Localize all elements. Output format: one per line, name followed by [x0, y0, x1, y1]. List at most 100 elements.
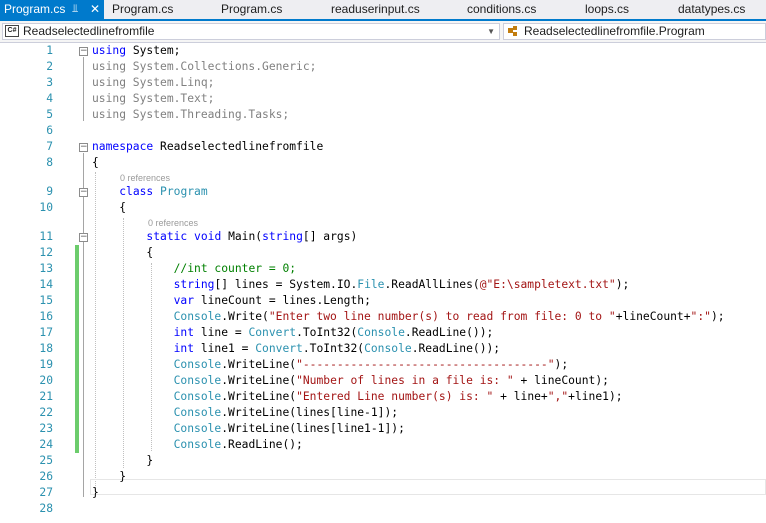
line-number: 18 — [39, 342, 53, 355]
code-line[interactable]: 4 using System.Text; — [0, 91, 766, 107]
code-token: //int counter = 0; — [173, 262, 297, 275]
change-marker — [75, 421, 79, 437]
code-text: Console.WriteLine(lines[line1-1]); — [92, 421, 405, 437]
tab-label: Program.cs — [4, 2, 66, 16]
type-selector[interactable]: Readselectedlinefromfile.Program — [503, 23, 766, 40]
pin-icon[interactable]: ⫫ — [72, 0, 78, 19]
code-line[interactable]: 25 } — [0, 453, 766, 469]
code-token: .Write( — [221, 310, 269, 323]
code-line[interactable]: 16 Console.Write("Enter two line number(… — [0, 309, 766, 325]
line-number: 26 — [39, 470, 53, 483]
code-line[interactable]: 18 int line1 = Convert.ToInt32(Console.R… — [0, 341, 766, 357]
code-token: Main( — [221, 230, 263, 243]
navigation-bar: C# Readselectedlinefromfile ▼ Readselect… — [0, 21, 766, 43]
code-token: lineCount = lines.Length; — [194, 294, 371, 307]
code-line[interactable]: 19 Console.WriteLine("------------------… — [0, 357, 766, 373]
project-selector[interactable]: C# Readselectedlinefromfile ▼ — [2, 23, 500, 40]
code-token: ); — [710, 310, 725, 323]
code-line[interactable]: 20 Console.WriteLine("Number of lines in… — [0, 373, 766, 389]
code-token: { — [92, 246, 154, 259]
change-marker — [75, 357, 79, 373]
code-token: string — [173, 278, 215, 291]
code-text: } — [92, 469, 126, 485]
collapse-icon[interactable]: − — [79, 47, 88, 56]
code-editor[interactable]: 0 references 0 references 1− using System… — [0, 43, 766, 523]
code-token: .WriteLine( — [221, 374, 297, 387]
code-line[interactable]: 15 var lineCount = lines.Length; — [0, 293, 766, 309]
code-line[interactable]: 12 { — [0, 245, 766, 261]
tab-conditions-cs[interactable]: conditions.cs — [467, 0, 536, 19]
code-line[interactable]: 2 using System.Collections.Generic; — [0, 59, 766, 75]
code-text: Console.Write("Enter two line number(s) … — [92, 309, 725, 325]
type-selector-label: Readselectedlinefromfile.Program — [524, 24, 705, 38]
code-token: Console — [173, 406, 222, 419]
code-text: int line1 = Convert.ToInt32(Console.Read… — [92, 341, 500, 357]
tab-label: loops.cs — [585, 2, 630, 16]
collapse-icon[interactable]: − — [79, 188, 88, 197]
code-token: Program — [160, 185, 208, 198]
chevron-down-icon[interactable]: ▼ — [487, 24, 495, 39]
code-text: class Program — [92, 184, 208, 200]
code-token: "Number of lines in a file is: " — [296, 374, 514, 387]
code-line[interactable]: 28 — [0, 501, 766, 517]
code-line[interactable]: 26 } — [0, 469, 766, 485]
code-line[interactable]: 14 string[] lines = System.IO.File.ReadA… — [0, 277, 766, 293]
tab-loops-cs[interactable]: loops.cs — [585, 0, 629, 19]
line-number: 4 — [46, 92, 53, 105]
line-number: 10 — [39, 201, 53, 214]
project-selector-label: Readselectedlinefromfile — [23, 24, 155, 38]
line-number: 17 — [39, 326, 53, 339]
code-token: { — [92, 156, 99, 169]
code-line[interactable]: 5 using System.Threading.Tasks; — [0, 107, 766, 123]
code-line[interactable]: 13 //int counter = 0; — [0, 261, 766, 277]
line-number: 23 — [39, 422, 53, 435]
code-token: Console — [173, 374, 222, 387]
tab-program-cs-3[interactable]: Program.cs — [221, 0, 282, 19]
code-line[interactable]: 7 − namespace Readselectedlinefromfile — [0, 139, 766, 155]
code-line[interactable]: 1 − using System; — [0, 43, 766, 59]
line-number: 11 — [39, 230, 53, 243]
close-icon[interactable]: ✕ — [90, 0, 100, 19]
collapse-icon[interactable]: − — [79, 143, 88, 152]
tab-program-cs-active[interactable]: Program.cs ⫫ ✕ — [0, 0, 104, 19]
code-line[interactable]: 10 { — [0, 200, 766, 216]
line-number: 5 — [46, 108, 53, 121]
code-line[interactable]: 11 − static void Main(string[] args) — [0, 229, 766, 245]
code-line[interactable]: 17 int line = Convert.ToInt32(Console.Re… — [0, 325, 766, 341]
code-line[interactable]: 6 — [0, 123, 766, 139]
code-token: Readselectedlinefromfile — [153, 140, 324, 153]
code-text: static void Main(string[] args) — [92, 229, 357, 245]
code-token: System; — [126, 44, 181, 57]
code-line[interactable]: 22 Console.WriteLine(lines[line-1]); — [0, 405, 766, 421]
line-number: 9 — [46, 185, 53, 198]
code-text: Console.WriteLine(lines[line-1]); — [92, 405, 398, 421]
code-text: int line = Convert.ToInt32(Console.ReadL… — [92, 325, 494, 341]
code-token: .ReadLine()); — [411, 342, 501, 355]
code-text: Console.ReadLine(); — [92, 437, 303, 453]
code-text: using System; — [92, 43, 180, 59]
code-line[interactable]: 9 − class Program — [0, 184, 766, 200]
collapse-icon[interactable]: − — [79, 233, 88, 242]
code-token: .WriteLine( — [221, 390, 297, 403]
change-marker — [75, 309, 79, 325]
class-icon — [508, 26, 517, 36]
code-line[interactable]: 3 using System.Linq; — [0, 75, 766, 91]
line-number: 7 — [46, 140, 53, 153]
code-line[interactable]: 21 Console.WriteLine("Entered Line numbe… — [0, 389, 766, 405]
code-line[interactable]: 8{ — [0, 155, 766, 171]
code-line[interactable]: 24 Console.ReadLine(); — [0, 437, 766, 453]
tab-program-cs-2[interactable]: Program.cs — [112, 0, 173, 19]
code-line[interactable]: 23 Console.WriteLine(lines[line1-1]); — [0, 421, 766, 437]
tab-datatypes-cs[interactable]: datatypes.cs — [678, 0, 745, 19]
code-line[interactable]: 27} — [0, 485, 766, 501]
code-token: int — [173, 342, 195, 355]
code-token: .ToInt32( — [296, 326, 358, 339]
code-token: Console — [173, 358, 222, 371]
tab-readuserinput-cs[interactable]: readuserinput.cs — [331, 0, 420, 19]
code-token: .ReadLine()); — [404, 326, 494, 339]
